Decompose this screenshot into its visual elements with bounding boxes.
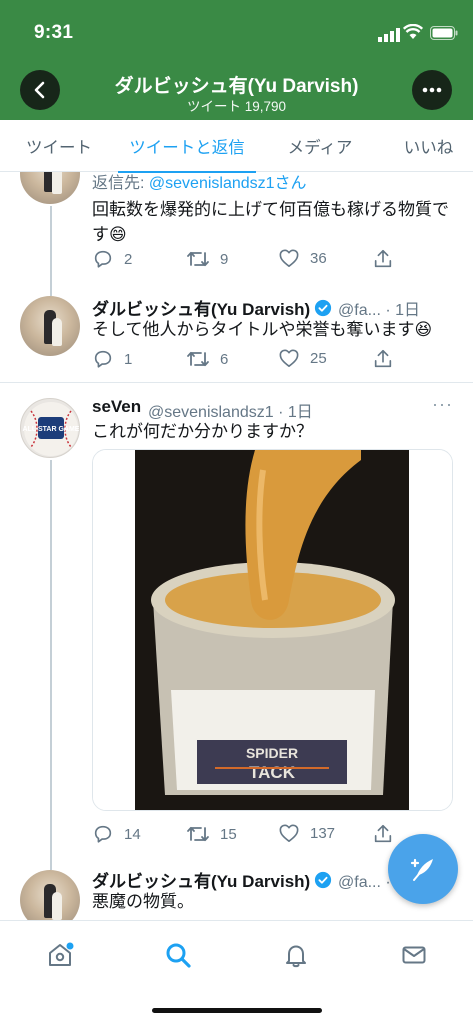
tweet-actions: 14 15 137 [92,823,392,847]
tweet-media[interactable]: SPIDER TACK [92,449,453,811]
battery-icon [430,26,458,40]
more-button[interactable] [412,70,452,110]
heart-icon [279,824,299,842]
reply-icon [94,250,112,268]
back-button[interactable] [20,70,60,110]
page-title: ダルビッシュ有(Yu Darvish) [114,76,359,97]
tweet-actions: 2 9 36 [92,248,392,272]
reply-button[interactable]: 2 [92,248,132,270]
signal-icon [378,28,400,42]
tweet-count: ツイート 19,790 [186,99,287,114]
share-button[interactable] [372,348,404,370]
tab-tweets[interactable]: ツイート [0,120,118,172]
mail-icon [402,946,426,964]
retweet-button[interactable]: 15 [186,823,237,845]
wifi-icon [403,24,423,39]
compose-tweet-button[interactable] [388,834,458,904]
thread-line [50,460,52,870]
status-time: 9:31 [34,22,74,43]
tweet-actions: 1 6 25 [92,348,392,372]
tab-likes[interactable]: いいね [384,120,473,172]
tweet-text: 回転数を爆発的に上げて何百億も稼げる物質です😄 [92,200,449,244]
bell-icon [286,945,306,968]
svg-text:TACK: TACK [249,763,296,782]
share-icon [374,349,392,368]
retweet-icon [187,826,209,842]
retweet-icon [187,251,209,267]
nav-notifications[interactable] [276,935,316,975]
tweet-feed[interactable]: 返信先: @sevenislandsz1さん 回転数を爆発的に上げて何百億も稼げ… [0,172,473,920]
tab-media[interactable]: メディア [256,120,384,172]
status-bar: 9:31 [0,0,473,64]
reply-to: 返信先: @sevenislandsz1さん [92,175,307,192]
avatar[interactable] [20,172,80,204]
avatar[interactable]: ALL STAR GAME [20,398,80,458]
reply-icon [94,825,112,843]
compose-feather-icon [410,858,433,881]
avatar[interactable] [20,870,80,920]
tweet-more-icon[interactable]: ··· [432,394,453,415]
reply-icon [94,350,112,368]
like-button[interactable]: 36 [278,248,327,268]
reply-button[interactable]: 14 [92,823,141,845]
like-button[interactable]: 25 [278,348,327,368]
chevron-left-icon [34,81,45,99]
divider [0,382,473,383]
nav-search[interactable] [158,935,198,975]
heart-icon [279,349,299,367]
search-icon [166,943,191,968]
baseball-logo: ALL STAR GAME [23,402,80,456]
profile-tabs: ツイート ツイートと返信 メディア いいね [0,120,473,173]
verified-icon [315,299,332,317]
reply-button[interactable]: 1 [92,348,132,370]
nav-messages[interactable] [394,935,434,975]
like-button[interactable]: 137 [278,823,335,843]
avatar[interactable] [20,296,80,356]
retweet-icon [187,351,209,367]
home-indicator [152,1008,322,1013]
share-icon [374,824,392,843]
heart-icon [279,249,299,267]
share-button[interactable] [372,248,404,270]
retweet-button[interactable]: 6 [186,348,228,370]
svg-text:ALL STAR GAME: ALL STAR GAME [23,426,80,433]
tab-tweets-and-replies[interactable]: ツイートと返信 [118,120,256,173]
reply-handle-link[interactable]: @sevenislandsz1さん [149,175,307,192]
more-icon [422,87,442,93]
nav-home[interactable] [40,935,80,975]
home-icon [49,942,74,966]
share-icon [374,249,392,268]
svg-text:SPIDER: SPIDER [246,745,298,761]
tweet-text: これが何だか分かりますか？ [92,422,313,441]
retweet-button[interactable]: 9 [186,248,228,270]
spider-tack-photo: SPIDER TACK [93,450,452,810]
tweet-text: そして他人からタイトルや栄誉も奪います😆 [92,320,433,339]
thread-line [50,206,52,296]
tweet-author[interactable]: seVen [92,397,141,417]
app-header: 9:31 ダルビッシュ有(Yu Darvish) ツイート 19,790 [0,0,473,120]
verified-icon [315,871,332,889]
